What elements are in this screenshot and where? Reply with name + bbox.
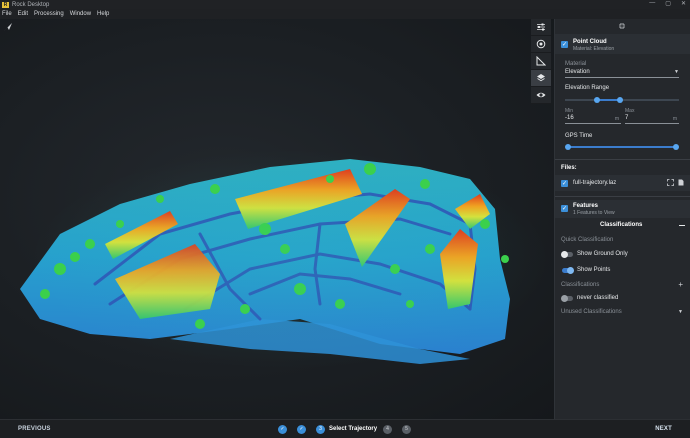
step-4-indicator[interactable]: 4 — [383, 424, 393, 434]
point-cloud-render — [20, 149, 550, 369]
previous-button[interactable]: PREVIOUS — [18, 426, 51, 432]
unused-classifications-label[interactable]: Unused Classifications — [561, 309, 622, 315]
material-label: Material — [565, 61, 587, 67]
file-name: full-trajectory.laz — [573, 180, 617, 186]
show-ground-only-toggle[interactable] — [561, 251, 573, 258]
eye-icon[interactable] — [531, 87, 551, 104]
min-input[interactable]: -16 m — [565, 115, 621, 124]
quick-classification-label: Quick Classification — [561, 237, 614, 243]
elevation-range-slider[interactable] — [565, 97, 679, 103]
gps-start-thumb[interactable] — [565, 144, 571, 150]
features-checkbox[interactable]: ✓ — [561, 205, 568, 212]
file-info-icon[interactable] — [678, 179, 684, 188]
classifications-header-row[interactable]: Classifications — [555, 220, 690, 231]
wizard-steps: ✓ ✓ 3 Select Trajectory 4 5 — [278, 424, 412, 434]
step-1-checkmark-icon[interactable]: ✓ — [278, 424, 287, 434]
maximize-button[interactable]: ▢ — [665, 0, 671, 7]
material-select[interactable]: Elevation ▼ — [565, 69, 679, 78]
menu-processing[interactable]: Processing — [34, 11, 64, 17]
chevron-down-icon: ▼ — [674, 69, 679, 75]
max-input[interactable]: 7 m — [625, 115, 679, 124]
chevron-down-icon[interactable]: ▼ — [678, 309, 683, 315]
max-label: Max — [625, 108, 635, 114]
panel-header — [555, 19, 690, 33]
wizard-bar: PREVIOUS ✓ ✓ 3 Select Trajectory 4 5 NEX… — [0, 419, 690, 438]
window-controls: — ▢ ✕ — [649, 0, 686, 7]
max-value: 7 — [625, 115, 629, 121]
show-points-toggle[interactable] — [562, 267, 574, 274]
minimize-button[interactable]: — — [649, 0, 655, 7]
layers-icon[interactable] — [531, 70, 551, 87]
min-value: -16 — [565, 115, 574, 121]
file-item[interactable]: ✓ full-trajectory.laz — [555, 175, 690, 191]
menu-bar: File Edit Processing Window Help — [0, 9, 690, 19]
collapse-minus-icon[interactable] — [679, 225, 685, 226]
zoom-to-icon[interactable] — [667, 179, 674, 188]
max-unit: m — [672, 116, 677, 122]
material-value: Elevation — [565, 69, 590, 75]
menu-edit[interactable]: Edit — [18, 11, 28, 17]
menu-file[interactable]: File — [2, 11, 12, 17]
gps-end-thumb[interactable] — [673, 144, 679, 150]
files-header: Files: — [561, 165, 577, 171]
min-unit: m — [614, 116, 619, 122]
point-cloud-subtitle: Material: Elevation — [573, 46, 615, 52]
never-classified-label: never classified — [577, 295, 619, 301]
point-cloud-viewport[interactable] — [0, 19, 554, 419]
current-step-label: Select Trajectory — [329, 426, 378, 432]
app-window: R Rock Desktop — ▢ ✕ File Edit Processin… — [0, 0, 690, 438]
gps-time-slider[interactable] — [565, 144, 679, 150]
show-ground-only-label: Show Ground Only — [577, 251, 628, 257]
window-title: Rock Desktop — [12, 1, 50, 8]
menu-window[interactable]: Window — [70, 11, 91, 17]
layers-panel: ✓ Point Cloud Material: Elevation Materi… — [554, 19, 690, 419]
target-icon[interactable] — [531, 36, 551, 53]
elevation-max-thumb[interactable] — [616, 97, 623, 103]
never-classified-toggle[interactable] — [561, 295, 573, 302]
file-checkbox[interactable]: ✓ — [561, 180, 568, 187]
next-button[interactable]: NEXT — [655, 426, 672, 432]
step-2-checkmark-icon[interactable]: ✓ — [297, 424, 306, 434]
point-cloud-title: Point Cloud — [573, 39, 607, 45]
step-5-indicator[interactable]: 5 — [402, 424, 412, 434]
point-cloud-checkbox[interactable]: ✓ — [561, 41, 568, 48]
add-classification-button[interactable]: + — [678, 280, 683, 289]
close-button[interactable]: ✕ — [681, 0, 686, 7]
gps-time-label: GPS Time — [565, 133, 593, 139]
step-3-indicator[interactable]: 3 — [316, 424, 325, 434]
view-toolstrip — [531, 19, 551, 105]
min-label: Min — [565, 108, 574, 114]
sliders-icon[interactable] — [531, 19, 551, 36]
point-cloud-layer[interactable]: ✓ Point Cloud Material: Elevation — [555, 34, 690, 54]
features-layer[interactable]: ✓ Features 1 Features to View — [555, 200, 690, 218]
title-bar: R Rock Desktop — ▢ ✕ — [0, 0, 690, 9]
classifications-label: Classifications — [561, 282, 600, 288]
menu-help[interactable]: Help — [97, 11, 109, 17]
ruler-icon[interactable] — [531, 53, 551, 70]
features-title: Features — [573, 203, 599, 209]
app-logo-icon: R — [2, 1, 9, 8]
collapse-icon[interactable] — [618, 22, 626, 30]
elevation-range-label: Elevation Range — [565, 85, 610, 91]
show-points-label: Show Points — [577, 267, 611, 273]
elevation-min-thumb[interactable] — [594, 97, 601, 103]
classifications-header: Classifications — [600, 222, 643, 228]
features-subtitle: 1 Features to View — [573, 210, 615, 216]
